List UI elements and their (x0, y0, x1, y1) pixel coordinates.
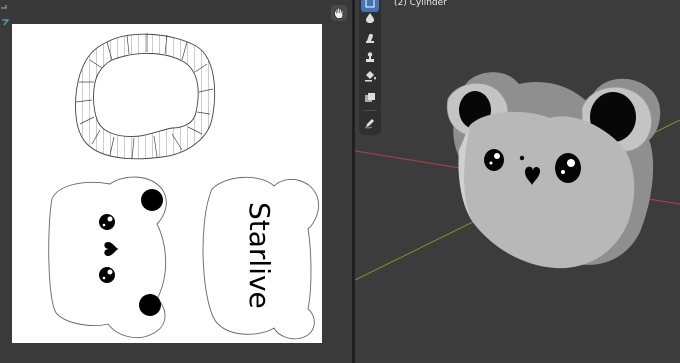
bear-head-model (446, 72, 661, 269)
viewport-toolbar (359, 0, 381, 135)
draw-drop-icon (366, 13, 374, 23)
model-eye-left (484, 149, 504, 171)
fill-tool[interactable] (361, 67, 379, 85)
soften-icon (366, 33, 374, 43)
uv-editor-header (0, 0, 352, 26)
uv-image-editor[interactable]: Starlive (0, 0, 352, 363)
active-object-label: (2) Cylinder (394, 0, 447, 8)
eye-left-inner (99, 214, 115, 230)
eye-right-lower (139, 294, 161, 316)
corner-handle-icon[interactable] (0, 4, 14, 26)
uv-face-front (48, 176, 167, 338)
model-nose-dot (519, 155, 525, 161)
mask-icon (365, 93, 375, 102)
3d-viewport[interactable]: (2) Cylinder (355, 0, 680, 363)
clone-stamp-icon (366, 52, 374, 62)
soften-tool[interactable] (361, 29, 379, 47)
annotate-tool[interactable] (361, 110, 379, 132)
annotate-pencil-icon (364, 119, 374, 129)
eye-left-upper (141, 189, 163, 211)
eye-right-inner (99, 267, 115, 283)
texture-label: Starlive (243, 202, 276, 309)
clone-tool[interactable] (361, 48, 379, 66)
hand-icon[interactable] (331, 5, 347, 21)
uv-layout: Starlive (48, 33, 319, 340)
uv-face-back: Starlive (202, 176, 319, 340)
fill-bucket-icon (365, 71, 376, 82)
uv-side-wall-strip (75, 33, 216, 160)
select-box-icon (365, 0, 375, 8)
model-eye-right (555, 153, 581, 183)
draw-tool[interactable] (361, 9, 379, 27)
uv-texture-canvas[interactable]: Starlive (12, 24, 322, 343)
viewport-scene (355, 72, 680, 281)
mask-tool[interactable] (361, 89, 379, 107)
